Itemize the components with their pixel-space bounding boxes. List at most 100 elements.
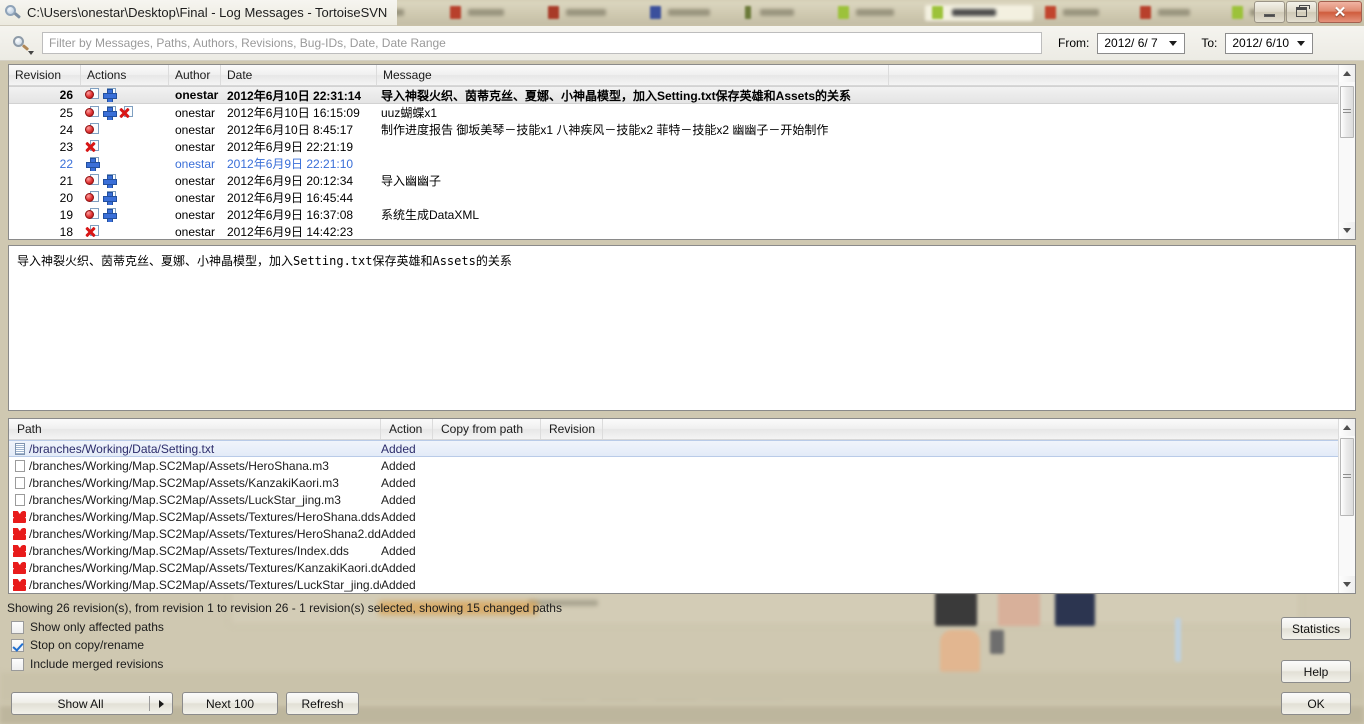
status-text: Showing 26 revision(s), from revision 1 … — [7, 601, 562, 615]
revision-number: 24 — [59, 122, 73, 137]
path-row[interactable]: /branches/Working/Map.SC2Map/Assets/Text… — [9, 559, 1338, 576]
minimize-icon — [1264, 14, 1275, 17]
search-filter-button[interactable] — [0, 27, 40, 60]
restore-button[interactable] — [1286, 1, 1317, 23]
revision-row[interactable]: 20 onestar 2012年6月9日 16:45:44 — [9, 189, 1338, 206]
option-stop-on-copy-rename[interactable]: Stop on copy/rename — [11, 638, 144, 652]
revision-actions — [81, 224, 169, 239]
action-cell: Added — [381, 543, 416, 558]
path-text: /branches/Working/Map.SC2Map/Assets/Kanz… — [29, 475, 339, 490]
show-all-button[interactable]: Show All — [11, 692, 173, 715]
revision-author: onestar — [175, 139, 216, 154]
close-icon: ✕ — [1333, 3, 1347, 21]
action-modified-icon — [85, 207, 99, 222]
option-label: Stop on copy/rename — [30, 638, 145, 652]
ok-button[interactable]: OK — [1281, 692, 1351, 715]
action-modified-icon — [85, 173, 99, 188]
revision-message: 制作进度报告 御坂美琴－技能x1 八神疾风－技能x2 菲特－技能x2 幽幽子－开… — [381, 123, 829, 137]
path-row[interactable]: /branches/Working/Map.SC2Map/Assets/Text… — [9, 576, 1338, 593]
to-date-value: 2012/ 6/10 — [1232, 36, 1290, 50]
close-button[interactable]: ✕ — [1318, 1, 1362, 23]
revision-row[interactable]: 21 onestar 2012年6月9日 20:12:34 导入幽幽子 — [9, 172, 1338, 189]
help-button[interactable]: Help — [1281, 660, 1351, 683]
revision-author: onestar — [175, 224, 216, 239]
action-modified-icon — [85, 190, 99, 205]
to-date-picker[interactable]: 2012/ 6/10 — [1225, 32, 1314, 54]
action-added-icon — [102, 105, 117, 120]
revision-row[interactable]: 26 onestar 2012年6月10日 22:31:14 导入神裂火织、茵蒂克丝、… — [9, 86, 1338, 104]
statistics-button[interactable]: Statistics — [1281, 617, 1351, 640]
revision-actions — [81, 105, 169, 120]
revision-date: 2012年6月9日 14:42:23 — [227, 225, 354, 239]
option-include-merged-revisions[interactable]: Include merged revisions — [11, 657, 163, 671]
checkbox[interactable] — [11, 638, 24, 652]
path-row[interactable]: /branches/Working/Map.SC2Map/Assets/Kanz… — [9, 474, 1338, 491]
scroll-thumb[interactable] — [1340, 86, 1354, 138]
action-deleted-icon — [119, 105, 133, 120]
revision-message: 导入神裂火织、茵蒂克丝、夏娜、小神晶模型，加入Setting.txt保存英雄和A… — [381, 88, 852, 103]
revision-date: 2012年6月9日 16:37:08 — [227, 208, 354, 222]
title-bar: C:\Users\onestar\Desktop\Final - Log Mes… — [0, 0, 1364, 26]
revision-row[interactable]: 23 onestar 2012年6月9日 22:21:19 — [9, 138, 1338, 155]
minimize-button[interactable] — [1254, 1, 1285, 23]
path-row[interactable]: /branches/Working/Map.SC2Map/Assets/Text… — [9, 508, 1338, 525]
column-header-message[interactable]: Message — [377, 65, 889, 85]
path-list-scrollbar[interactable] — [1338, 419, 1355, 593]
scroll-thumb[interactable] — [1340, 438, 1354, 516]
log-messages-window: C:\Users\onestar\Desktop\Final - Log Mes… — [0, 0, 1364, 724]
path-row[interactable]: /branches/Working/Map.SC2Map/Assets/Hero… — [9, 457, 1338, 474]
scroll-up-button[interactable] — [1339, 65, 1355, 82]
filter-input[interactable]: Filter by Messages, Paths, Authors, Revi… — [42, 32, 1042, 54]
path-list-header: Path Action Copy from path Revision — [9, 419, 1338, 440]
commit-message-pane[interactable]: 导入神裂火织、茵蒂克丝、夏娜、小神晶模型，加入Setting.txt保存英雄和A… — [8, 245, 1356, 411]
revision-row[interactable]: 22 onestar 2012年6月9日 22:21:10 — [9, 155, 1338, 172]
column-header-filler — [603, 419, 1338, 439]
path-row[interactable]: /branches/Working/Map.SC2Map/Assets/Text… — [9, 525, 1338, 542]
revision-list-scrollbar[interactable] — [1338, 65, 1355, 239]
scroll-track[interactable] — [1339, 436, 1355, 576]
option-show-only-affected-paths[interactable]: Show only affected paths — [11, 620, 164, 634]
scroll-down-button[interactable] — [1339, 576, 1355, 593]
revision-row[interactable]: 24 onestar 2012年6月10日 8:45:17 制作进度报告 御坂美琴－技… — [9, 121, 1338, 138]
dropdown-arrow-icon[interactable] — [150, 699, 172, 708]
action-cell: Added — [381, 526, 416, 541]
scroll-up-button[interactable] — [1339, 419, 1355, 436]
path-row[interactable]: /branches/Working/Map.SC2Map/Assets/Text… — [9, 542, 1338, 559]
checkbox[interactable] — [11, 620, 24, 634]
filter-toolbar: Filter by Messages, Paths, Authors, Revi… — [0, 26, 1364, 61]
column-header-path[interactable]: Path — [9, 419, 381, 439]
column-header-copy-from-path[interactable]: Copy from path — [433, 419, 541, 439]
revision-date: 2012年6月9日 20:12:34 — [227, 174, 354, 188]
revision-row[interactable]: 19 onestar 2012年6月9日 16:37:08 系统生成DataXML — [9, 206, 1338, 223]
revision-number: 18 — [59, 224, 73, 239]
next-100-button[interactable]: Next 100 — [182, 692, 278, 715]
column-header-path-revision[interactable]: Revision — [541, 419, 603, 439]
scroll-track[interactable] — [1339, 82, 1355, 222]
window-title: C:\Users\onestar\Desktop\Final - Log Mes… — [27, 5, 388, 20]
column-header-date[interactable]: Date — [221, 65, 377, 85]
from-date-picker[interactable]: 2012/ 6/ 7 — [1097, 32, 1186, 54]
revision-number: 22 — [59, 156, 73, 171]
changed-paths-list[interactable]: Path Action Copy from path Revision /bra… — [9, 419, 1338, 593]
revision-author: onestar — [175, 88, 219, 102]
action-added-icon — [102, 173, 117, 188]
column-header-filler — [889, 65, 1338, 85]
scroll-down-button[interactable] — [1339, 222, 1355, 239]
revision-list[interactable]: Revision Actions Author Date Message 26 o… — [9, 65, 1338, 239]
path-row[interactable]: /branches/Working/Data/Setting.txt Added — [9, 440, 1338, 457]
column-header-author[interactable]: Author — [169, 65, 221, 85]
revision-row[interactable]: 18 onestar 2012年6月9日 14:42:23 — [9, 223, 1338, 239]
blank-file-icon — [13, 459, 26, 473]
path-cell: /branches/Working/Map.SC2Map/Assets/Hero… — [9, 459, 381, 473]
text-file-icon — [13, 442, 26, 456]
path-row[interactable]: /branches/Working/Map.SC2Map/Assets/Luck… — [9, 491, 1338, 508]
revision-number: 23 — [59, 139, 73, 154]
revision-actions — [81, 190, 169, 205]
column-header-actions[interactable]: Actions — [81, 65, 169, 85]
revision-row[interactable]: 25 onestar 2012年6月10日 16:15:09 uuz蝴蝶x1 — [9, 104, 1338, 121]
checkbox[interactable] — [11, 657, 24, 671]
refresh-button[interactable]: Refresh — [286, 692, 359, 715]
revision-date: 2012年6月9日 22:21:19 — [227, 140, 354, 154]
column-header-revision[interactable]: Revision — [9, 65, 81, 85]
column-header-action[interactable]: Action — [381, 419, 433, 439]
